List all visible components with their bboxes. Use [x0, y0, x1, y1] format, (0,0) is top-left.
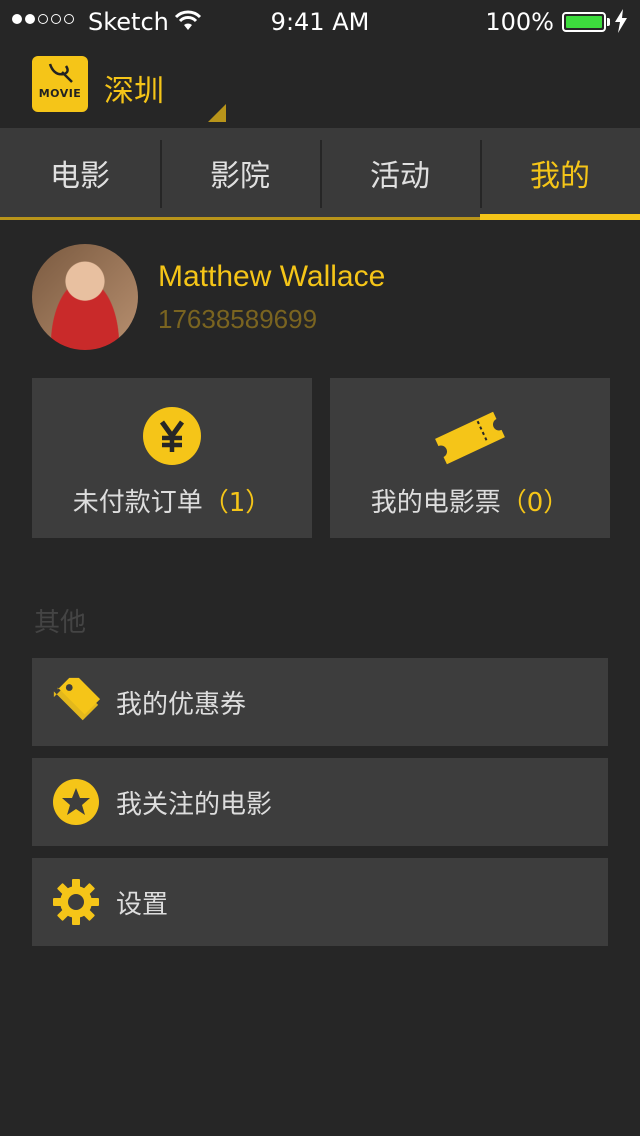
tab-movies[interactable]: 电影 [0, 128, 160, 217]
logo-text: MOVIE [38, 87, 82, 100]
section-title-other: 其他 [34, 608, 87, 638]
avatar[interactable] [32, 244, 138, 350]
unpaid-orders-count: （1） [202, 488, 272, 518]
menu-label-settings: 设置 [116, 889, 169, 920]
battery-nub [607, 18, 610, 26]
menu-item-coupons[interactable]: 我的优惠券 [32, 658, 608, 746]
battery-percentage: 100% [485, 8, 554, 36]
main-tab-bar: 电影 影院 活动 我的 [0, 128, 640, 220]
charging-icon [614, 9, 628, 39]
user-name: Matthew Wallace [158, 260, 386, 293]
movie-logo: MOVIE [32, 56, 88, 112]
city-selector[interactable]: 深圳 [104, 66, 164, 110]
my-tickets-card[interactable]: 我的电影票（0） [330, 378, 610, 538]
unpaid-orders-card[interactable]: 未付款订单（1） [32, 378, 312, 538]
user-profile[interactable]: Matthew Wallace 17638589699 [32, 244, 612, 352]
city-dropdown-arrow-icon[interactable] [208, 104, 226, 122]
yen-icon [32, 406, 312, 466]
menu-item-settings[interactable]: 设置 [32, 858, 608, 946]
battery-icon [562, 12, 606, 32]
tab-cinemas[interactable]: 影院 [160, 128, 320, 217]
menu-label-followed-movies: 我关注的电影 [116, 789, 273, 820]
coupon-tag-icon [50, 676, 102, 728]
tab-mine[interactable]: 我的 [480, 128, 640, 220]
my-tickets-label: 我的电影票（0） [370, 488, 570, 518]
star-icon [50, 776, 102, 828]
tab-events[interactable]: 活动 [320, 128, 480, 217]
unpaid-orders-label: 未付款订单（1） [72, 488, 272, 518]
gear-icon [50, 876, 102, 928]
my-tickets-count: （0） [500, 488, 570, 518]
user-phone: 17638589699 [158, 304, 318, 334]
app-header: MOVIE 深圳 [0, 46, 640, 128]
status-bar: Sketch 9:41 AM 100% [0, 0, 640, 46]
menu-label-coupons: 我的优惠券 [116, 689, 247, 720]
ticket-icon [330, 406, 610, 470]
menu-item-followed-movies[interactable]: 我关注的电影 [32, 758, 608, 846]
